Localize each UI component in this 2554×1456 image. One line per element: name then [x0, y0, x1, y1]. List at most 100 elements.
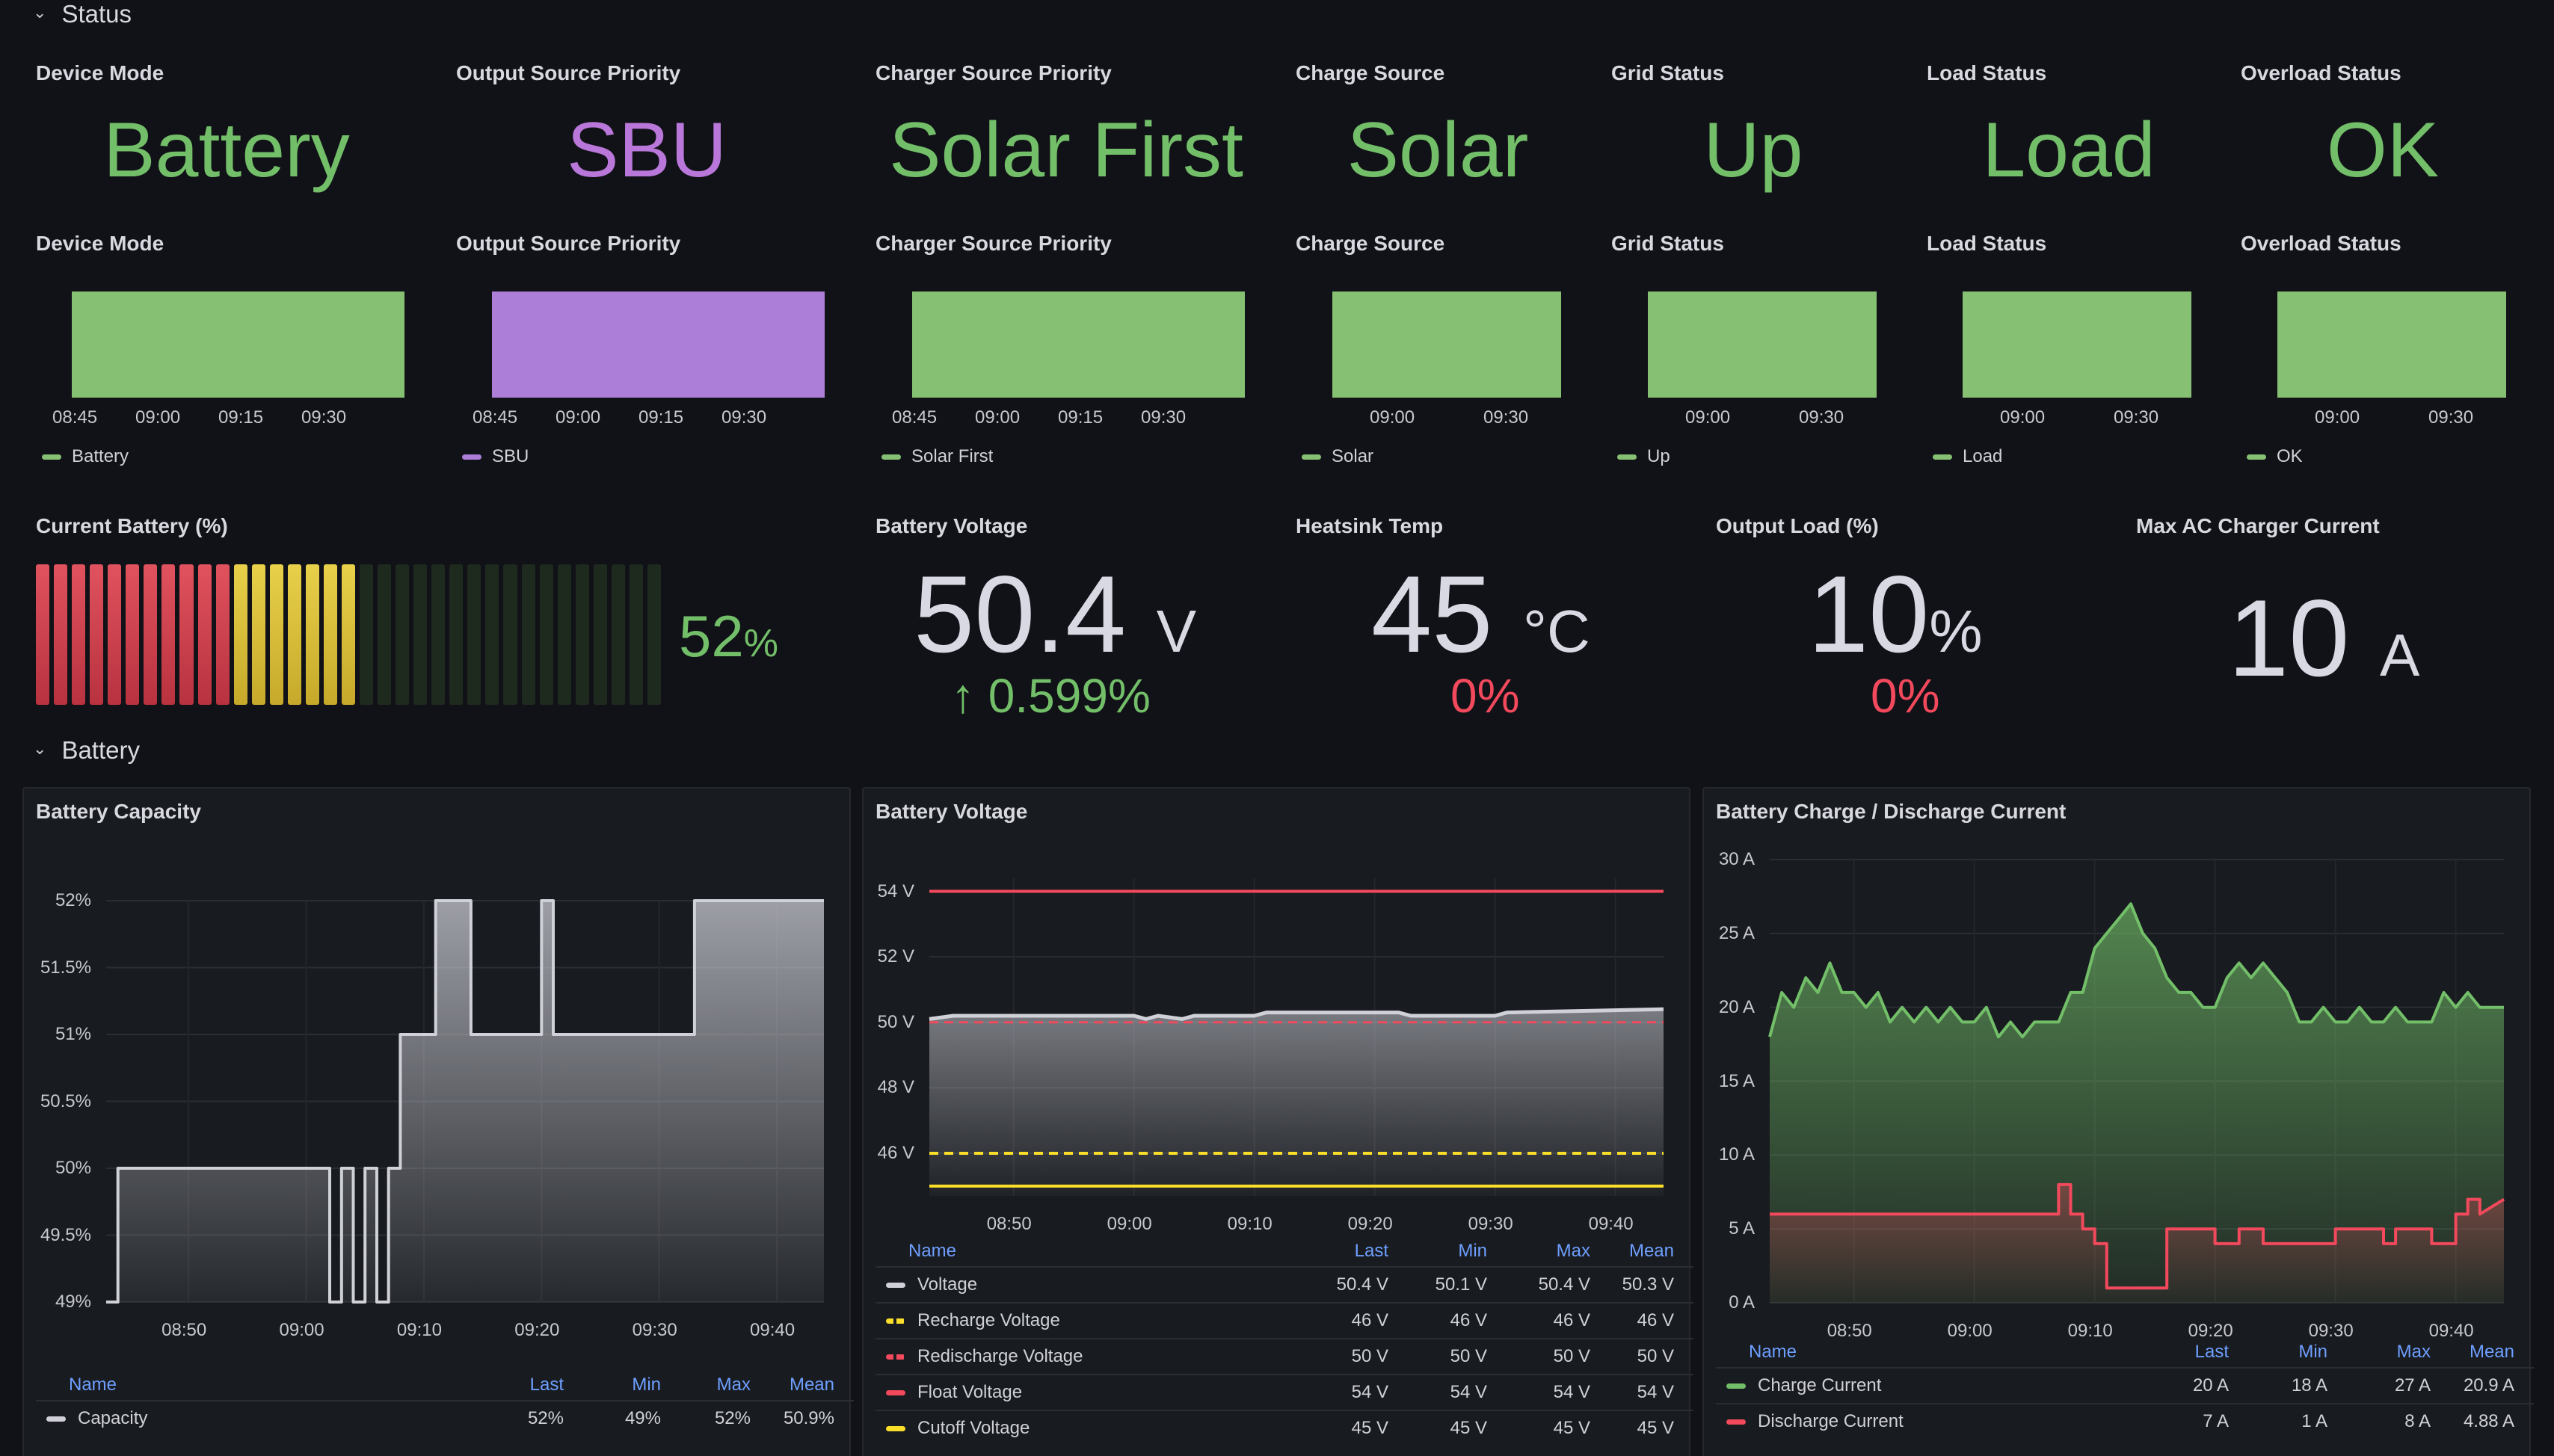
x-tick-label: 09:15: [1058, 407, 1104, 428]
state-timeline-bar[interactable]: [1648, 291, 1877, 398]
panel-title: Output Load (%): [1716, 514, 1879, 537]
legend-row[interactable]: Charge Current 20 A 18 A 27 A 20.9 A: [1716, 1367, 2534, 1403]
battery-voltage-panel[interactable]: Battery Voltage 46 V 48 V 50 V 52 V 54 V 08:…: [862, 787, 1693, 1456]
gauge-segment: [251, 564, 265, 705]
row-header-status[interactable]: ⌄ Status: [33, 0, 132, 28]
gauge-segment: [126, 564, 140, 705]
stat-value-unit: °C: [1522, 598, 1590, 664]
legend-item[interactable]: SBU: [462, 446, 529, 467]
series-area-voltage: [929, 1009, 1664, 1196]
legend-swatch: [886, 1425, 905, 1431]
legend-header[interactable]: Min: [1458, 1241, 1487, 1262]
x-tick-label: 09:00: [135, 407, 181, 428]
legend-value-max: 46 V: [1553, 1310, 1590, 1330]
legend-row[interactable]: Float Voltage 54 V 54 V 54 V 54 V: [876, 1374, 1693, 1410]
x-tick-label: 08:45: [52, 407, 98, 428]
legend-row[interactable]: Capacity 52% 49% 52% 50.9%: [36, 1400, 854, 1436]
legend-header[interactable]: Mean: [1629, 1241, 1674, 1262]
legend-value-mean: 4.88 A: [2463, 1411, 2514, 1431]
legend-value-min: 54 V: [1450, 1382, 1487, 1402]
legend-item[interactable]: OK: [2247, 446, 2303, 467]
panel-title: Grid Status: [1611, 232, 1724, 255]
legend-header[interactable]: Last: [530, 1375, 564, 1395]
legend-header[interactable]: Min: [2298, 1342, 2327, 1363]
x-tick-label: 09:00: [2315, 407, 2360, 428]
gauge-segment: [54, 564, 68, 705]
x-tick-label: 09:00: [1107, 1214, 1152, 1234]
gauge-segment: [557, 564, 571, 705]
stat-delta: 0%: [1450, 669, 1520, 723]
legend-swatch: [886, 1318, 905, 1324]
legend-header[interactable]: Last: [2195, 1342, 2229, 1363]
row-header-battery[interactable]: ⌄ Battery: [33, 736, 140, 765]
legend-value-last: 50 V: [1351, 1346, 1388, 1366]
stat-delta-value: 0.599%: [988, 669, 1151, 723]
legend-swatch: [42, 454, 61, 460]
gauge-segment: [413, 564, 428, 705]
gauge-segment: [323, 564, 337, 705]
legend-value-last: 52%: [527, 1408, 564, 1428]
legend-swatch: [1726, 1419, 1746, 1425]
gauge-segment: [108, 564, 122, 705]
legend-value-max: 27 A: [2394, 1375, 2431, 1395]
legend-label: Charge Current: [1758, 1375, 1882, 1395]
state-timeline-bar[interactable]: [72, 291, 404, 398]
panel-title: Load Status: [1927, 61, 2047, 84]
state-timeline-bar[interactable]: [492, 291, 825, 398]
gauge-segment: [629, 564, 643, 705]
panel-title: Device Mode: [36, 61, 164, 84]
panel-title: Load Status: [1927, 232, 2047, 255]
legend-header[interactable]: Name: [908, 1241, 956, 1262]
legend-series: Cutoff Voltage: [886, 1418, 1030, 1439]
gauge-segment: [72, 564, 86, 705]
legend-swatch: [1617, 454, 1637, 460]
legend-swatch: [881, 454, 901, 460]
legend-value-min: 50 V: [1450, 1346, 1487, 1366]
legend-label: OK: [2277, 446, 2303, 466]
x-tick-label: 09:30: [632, 1320, 677, 1340]
chart-plot[interactable]: [24, 789, 852, 1456]
legend-item[interactable]: Load: [1933, 446, 2002, 467]
legend-item[interactable]: Battery: [42, 446, 129, 467]
state-timeline-bar[interactable]: [1963, 291, 2191, 398]
legend-header[interactable]: Max: [717, 1375, 751, 1395]
legend-header[interactable]: Last: [1355, 1241, 1388, 1262]
legend-item[interactable]: Solar First: [881, 446, 993, 467]
panel-title: Charge Source: [1296, 232, 1445, 255]
legend-value-last: 7 A: [2203, 1411, 2229, 1431]
stat-delta: 0%: [1871, 669, 1940, 723]
legend-item[interactable]: Up: [1617, 446, 1670, 467]
state-timeline-bar[interactable]: [1332, 291, 1561, 398]
legend-row[interactable]: Discharge Current 7 A 1 A 8 A 4.88 A: [1716, 1403, 2534, 1439]
stat-value-number: 10: [2228, 577, 2350, 699]
state-timeline-bar[interactable]: [912, 291, 1245, 398]
gauge-segment: [431, 564, 446, 705]
gauge-segment: [378, 564, 392, 705]
x-tick-label: 09:00: [556, 407, 601, 428]
x-tick-label: 09:10: [2067, 1321, 2113, 1341]
legend-row[interactable]: Voltage 50.4 V 50.1 V 50.4 V 50.3 V: [876, 1266, 1693, 1302]
legend-header[interactable]: Mean: [2470, 1342, 2514, 1363]
legend-row[interactable]: Redischarge Voltage 50 V 50 V 50 V 50 V: [876, 1338, 1693, 1374]
legend-header[interactable]: Name: [69, 1375, 117, 1395]
x-tick-label: 09:40: [750, 1320, 796, 1340]
legend-row[interactable]: Recharge Voltage 46 V 46 V 46 V 46 V: [876, 1302, 1693, 1338]
legend-header[interactable]: Mean: [790, 1375, 834, 1395]
x-tick-label: 08:45: [892, 407, 938, 428]
gauge-segment: [575, 564, 589, 705]
battery-capacity-panel[interactable]: Battery Capacity 49% 49.5% 50% 50.5% 51% 51.5…: [22, 787, 854, 1456]
stat-value: 45 °C: [1371, 552, 1590, 677]
x-tick-label: 08:50: [161, 1320, 207, 1340]
gauge-segment: [215, 564, 230, 705]
legend-row[interactable]: Cutoff Voltage 45 V 45 V 45 V 45 V: [876, 1410, 1693, 1446]
legend-item[interactable]: Solar: [1302, 446, 1373, 467]
charge-discharge-current-panel[interactable]: Battery Charge / Discharge Current 0 A5 …: [1702, 787, 2534, 1456]
legend-header[interactable]: Name: [1749, 1342, 1797, 1363]
legend-header[interactable]: Max: [2397, 1342, 2431, 1363]
legend-header[interactable]: Max: [1557, 1241, 1590, 1262]
legend-value-min: 50.1 V: [1435, 1274, 1487, 1295]
x-tick-label: 08:45: [473, 407, 518, 428]
stat-value: SBU: [567, 107, 727, 194]
state-timeline-bar[interactable]: [2277, 291, 2506, 398]
legend-header[interactable]: Min: [632, 1375, 661, 1395]
